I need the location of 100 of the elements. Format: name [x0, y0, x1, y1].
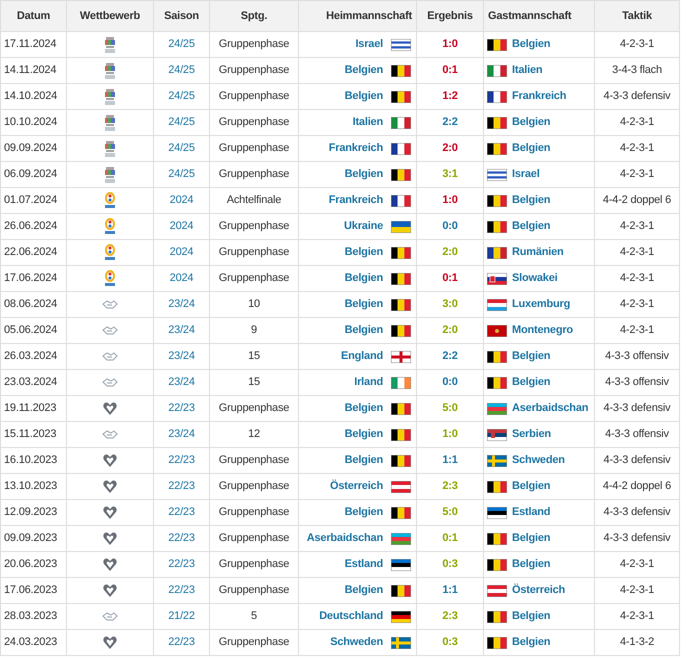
tactic: 4-2-3-1 [620, 272, 654, 284]
match-result[interactable]: 2:0 [442, 324, 458, 336]
match-result[interactable]: 1:0 [442, 428, 458, 440]
tactic: 4-3-3 offensiv [605, 428, 669, 440]
flag-icon [487, 168, 507, 180]
flag-icon [391, 194, 411, 206]
match-date: 17.06.2024 [4, 272, 58, 284]
match-date: 06.09.2024 [4, 168, 58, 180]
heart-icon [103, 556, 117, 572]
match-result[interactable]: 0:0 [442, 376, 458, 388]
match-result[interactable]: 1:1 [442, 584, 458, 596]
tactic: 4-3-3 offensiv [605, 376, 669, 388]
column-header[interactable]: Taktik [622, 10, 652, 22]
heart-icon [103, 478, 117, 494]
matchday: Gruppenphase [218, 480, 290, 492]
matchday: Gruppenphase [218, 454, 290, 466]
flag-icon [487, 480, 507, 492]
tactic: 4-3-3 defensiv [604, 90, 670, 102]
match-result[interactable]: 0:1 [442, 64, 458, 76]
flag-icon [487, 116, 507, 128]
match-date: 26.03.2024 [4, 350, 58, 362]
match-result[interactable]: 2:2 [442, 116, 458, 128]
flag-icon [487, 610, 507, 622]
flag-icon [487, 506, 507, 518]
flag-icon [391, 532, 411, 544]
flag-icon [487, 220, 507, 232]
matchday: Gruppenphase [218, 64, 290, 76]
match-date: 23.03.2024 [4, 376, 58, 388]
matchday: Gruppenphase [218, 90, 290, 102]
flag-icon [487, 532, 507, 544]
match-date: 20.06.2023 [4, 558, 58, 570]
team-link[interactable]: Irland [354, 374, 383, 391]
match-result[interactable]: 1:0 [442, 194, 458, 206]
matchday: Gruppenphase [218, 116, 290, 128]
matchday: 10 [248, 298, 260, 310]
flag-icon [487, 584, 507, 596]
flag-icon [487, 402, 507, 414]
flag-icon [487, 324, 507, 336]
matchday: Gruppenphase [218, 532, 290, 544]
team-link[interactable]: Italien [512, 62, 542, 79]
team-link[interactable]: Israel [512, 166, 540, 183]
match-result[interactable]: 3:0 [442, 298, 458, 310]
flag-icon [487, 194, 507, 206]
match-result[interactable]: 1:2 [442, 90, 458, 102]
matchday: Gruppenphase [218, 220, 290, 232]
tactic: 4-2-3-1 [620, 116, 654, 128]
match-date: 14.10.2024 [4, 90, 58, 102]
tactic: 4-2-3-1 [620, 38, 654, 50]
match-result[interactable]: 0:1 [442, 272, 458, 284]
match-result[interactable]: 0:3 [442, 636, 458, 648]
flag-icon [487, 636, 507, 648]
match-result[interactable]: 2:0 [442, 246, 458, 258]
flag-icon [487, 376, 507, 388]
match-result[interactable]: 0:3 [442, 558, 458, 570]
match-result[interactable]: 5:0 [442, 506, 458, 518]
flag-icon [487, 272, 507, 284]
heart-icon [103, 452, 117, 468]
tactic: 4-2-3-1 [620, 610, 654, 622]
flag-icon [391, 350, 411, 362]
tactic: 4-4-2 doppel 6 [602, 480, 672, 492]
match-result[interactable]: 0:0 [442, 220, 458, 232]
flag-icon [487, 298, 507, 310]
match-result[interactable]: 1:0 [442, 38, 458, 50]
flag-icon [391, 168, 411, 180]
matchday: Gruppenphase [218, 506, 290, 518]
match-result[interactable]: 3:1 [442, 168, 458, 180]
column-header[interactable]: Sptg. [240, 10, 268, 22]
match-result[interactable]: 0:1 [442, 532, 458, 544]
match-date: 16.10.2023 [4, 454, 58, 466]
matchday: Gruppenphase [218, 584, 290, 596]
match-date: 17.11.2024 [4, 38, 56, 50]
match-result[interactable]: 5:0 [442, 402, 458, 414]
match-date: 17.06.2023 [4, 584, 58, 596]
match-date: 14.11.2024 [4, 64, 56, 76]
tactic: 4-2-3-1 [620, 298, 654, 310]
heart-icon [103, 400, 117, 416]
tactic: 4-2-3-1 [620, 246, 654, 258]
match-result[interactable]: 2:3 [442, 610, 458, 622]
flag-icon [391, 90, 411, 102]
tactic: 4-4-2 doppel 6 [602, 194, 672, 206]
flag-icon [391, 246, 411, 258]
match-result[interactable]: 2:2 [442, 350, 458, 362]
team-link[interactable]: Israel [355, 36, 383, 53]
match-result[interactable]: 2:0 [442, 142, 458, 154]
matchday: 15 [248, 376, 260, 388]
matchday: Gruppenphase [218, 272, 290, 284]
matchday: 15 [248, 350, 260, 362]
heart-icon [103, 634, 117, 650]
match-result[interactable]: 1:1 [442, 454, 458, 466]
heart-icon [103, 582, 117, 598]
flag-icon [391, 116, 411, 128]
match-date: 19.11.2023 [4, 402, 56, 414]
match-date: 09.09.2024 [4, 142, 58, 154]
matchday: 5 [251, 610, 257, 622]
team-link[interactable]: Italien [352, 114, 383, 131]
flag-icon [487, 428, 507, 440]
match-result[interactable]: 2:3 [442, 480, 458, 492]
flag-icon [487, 246, 507, 258]
tactic: 4-3-3 offensiv [605, 350, 669, 362]
tactic: 4-2-3-1 [620, 142, 654, 154]
